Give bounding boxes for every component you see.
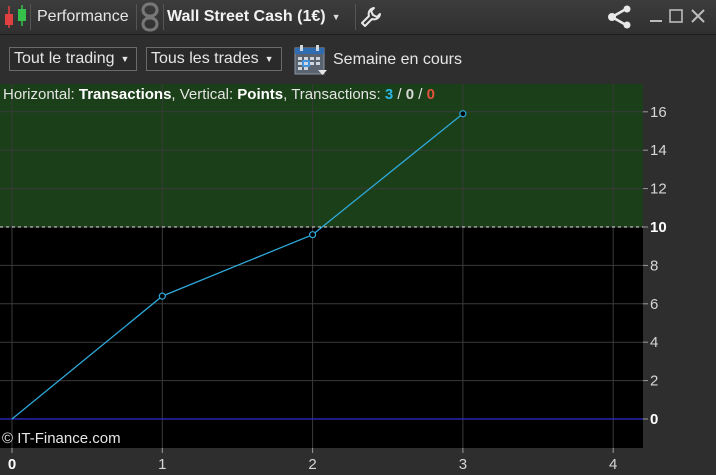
close-icon[interactable] [690, 8, 706, 24]
window-title: Performance [37, 8, 129, 25]
toolbar: Tout le trading ▼ Tous les trades ▼ Sema… [0, 35, 716, 83]
losing-count: 0 [426, 86, 435, 103]
separator-slash: / [393, 86, 406, 103]
chevron-down-icon: ▼ [264, 54, 274, 64]
transactions-label: , Transactions: [283, 86, 381, 103]
data-point [459, 110, 467, 118]
chart-info: Horizontal: Transactions, Vertical: Poin… [3, 86, 435, 103]
separator-slash: / [414, 86, 427, 103]
period-label[interactable]: Semaine en cours [333, 51, 462, 69]
minimize-icon[interactable] [648, 8, 664, 24]
chevron-down-icon: ▼ [331, 12, 341, 22]
y-tick-label: 2 [650, 373, 658, 390]
neutral-count: 0 [405, 86, 415, 103]
chevron-down-icon: ▼ [120, 54, 130, 64]
share-icon[interactable] [606, 0, 634, 34]
horizontal-label: Horizontal: [3, 86, 75, 103]
calendar-icon[interactable] [294, 44, 328, 76]
title-bar: Performance Wall Street Cash (1€) ▼ [0, 0, 716, 35]
vertical-label: , Vertical: [171, 86, 234, 103]
horizontal-value: Transactions [78, 86, 172, 103]
copyright-text: © IT-Finance.com [2, 430, 121, 447]
separator [355, 4, 356, 30]
instrument-name: Wall Street Cash (1€) [167, 8, 326, 25]
y-tick-label: 12 [650, 181, 667, 198]
winning-count: 3 [384, 86, 394, 103]
y-tick-label: 16 [650, 104, 667, 121]
link-icon[interactable] [140, 0, 160, 34]
maximize-icon[interactable] [668, 8, 684, 24]
separator [30, 4, 31, 30]
y-tick-label: 4 [650, 334, 658, 351]
separator [163, 4, 164, 30]
y-tick-label: 14 [650, 142, 667, 159]
positive-zone [0, 84, 643, 227]
wrench-icon[interactable] [360, 0, 382, 34]
y-tick-label: 10 [650, 219, 667, 236]
trading-filter-value: Tout le trading [14, 50, 115, 67]
x-tick-label: 2 [308, 456, 316, 473]
trading-filter-dropdown[interactable]: Tout le trading ▼ [9, 47, 137, 71]
separator [136, 4, 137, 30]
x-tick-label: 1 [158, 456, 166, 473]
trades-filter-dropdown[interactable]: Tous les trades ▼ [146, 47, 282, 71]
x-tick-label: 3 [459, 456, 467, 473]
y-tick-label: 8 [650, 257, 658, 274]
x-tick-label: 0 [8, 456, 16, 473]
y-tick-label: 0 [650, 411, 658, 428]
data-point [158, 292, 166, 300]
candlestick-icon[interactable] [2, 0, 30, 34]
trades-filter-value: Tous les trades [151, 50, 259, 67]
data-point [309, 231, 317, 239]
x-axis-area [0, 448, 643, 475]
y-tick-label: 6 [650, 296, 658, 313]
vertical-value: Points [237, 86, 284, 103]
instrument-selector[interactable]: Wall Street Cash (1€) ▼ [167, 0, 340, 34]
x-tick-label: 4 [609, 456, 617, 473]
